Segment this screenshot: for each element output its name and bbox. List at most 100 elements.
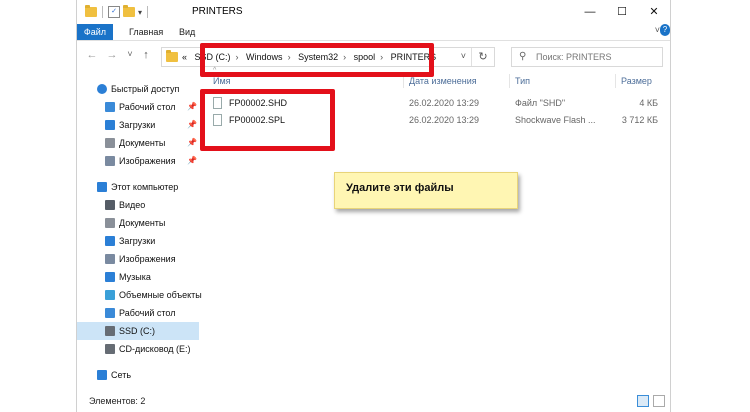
pin-icon[interactable]: 📌 — [187, 98, 197, 116]
maximize-button[interactable]: ☐ — [607, 0, 637, 24]
sidebar-item[interactable]: Рабочий стол — [77, 304, 199, 322]
file-type: Файл "SHD" — [515, 98, 566, 108]
desktop-icon — [105, 308, 115, 318]
sidebar-item[interactable]: Документы — [77, 214, 199, 232]
sidebar-item-label: Изображения — [119, 156, 176, 166]
file-date: 26.02.2020 13:29 — [409, 115, 480, 125]
cd-drive-icon — [105, 344, 115, 354]
music-icon — [105, 272, 115, 282]
toolbar-divider — [147, 6, 149, 18]
new-folder-icon[interactable] — [123, 5, 135, 17]
column-header-type[interactable]: Тип — [515, 76, 530, 86]
ribbon-tabs: Файл Главная Вид ˅ ? — [77, 24, 670, 41]
sidebar-item-label: Быстрый доступ — [111, 84, 180, 94]
window-title: PRINTERS — [192, 6, 243, 17]
item-count: Элементов: 2 — [89, 396, 146, 406]
refresh-button[interactable]: ↻ — [471, 48, 494, 66]
star-icon — [97, 84, 107, 94]
breadcrumb-overflow[interactable]: « — [182, 52, 187, 62]
sidebar-item-label: CD-дисковод (E:) — [119, 344, 191, 354]
folder-icon — [166, 50, 178, 62]
sidebar-item[interactable]: Документы 📌 — [77, 134, 199, 152]
folder-icon — [85, 5, 97, 17]
up-button[interactable]: ↑ — [139, 49, 153, 61]
file-size: 3 712 КБ — [621, 115, 658, 125]
status-bar: Элементов: 2 — [77, 392, 670, 412]
sidebar-item-label: Этот компьютер — [111, 182, 179, 192]
sidebar-item-label: Загрузки — [119, 120, 156, 130]
properties-icon[interactable]: ✓ — [108, 6, 120, 18]
sidebar-item[interactable]: Изображения 📌 — [77, 152, 199, 170]
sidebar-item[interactable]: Объемные объекты — [77, 286, 202, 304]
column-divider[interactable] — [615, 74, 616, 88]
column-divider[interactable] — [509, 74, 510, 88]
sidebar-item[interactable]: Сеть — [77, 366, 199, 384]
video-icon — [105, 200, 115, 210]
sidebar-item-label: Музыка — [119, 272, 151, 282]
network-icon — [97, 370, 107, 380]
sidebar-item-label: Видео — [119, 200, 146, 210]
address-highlight-frame — [200, 43, 434, 77]
sidebar-item[interactable]: Этот компьютер — [77, 178, 199, 196]
search-box[interactable]: ⚲ Поиск: PRINTERS — [511, 47, 663, 67]
tab-view[interactable]: Вид — [171, 24, 203, 40]
sidebar-item[interactable]: Изображения — [77, 250, 199, 268]
details-view-icon[interactable] — [637, 395, 649, 407]
column-header-name[interactable]: Имя — [213, 76, 231, 86]
title-bar: ✓ ▾ PRINTERS — ☐ ✕ — [77, 0, 670, 24]
help-icon[interactable]: ? — [660, 24, 670, 36]
search-input[interactable]: Поиск: PRINTERS — [536, 48, 611, 66]
large-icons-view-icon[interactable] — [653, 395, 665, 407]
tab-home[interactable]: Главная — [121, 24, 171, 40]
forward-button[interactable]: → — [105, 49, 119, 61]
sidebar-item[interactable]: Музыка — [77, 268, 199, 286]
sidebar-item[interactable]: Рабочий стол 📌 — [77, 98, 199, 116]
customize-toolbar-icon[interactable]: ▾ — [138, 8, 142, 17]
sidebar-item-label: Изображения — [119, 254, 176, 264]
desktop-icon — [105, 102, 115, 112]
sidebar-item[interactable]: SSD (C:) — [77, 322, 199, 340]
sidebar-item[interactable]: Загрузки 📌 — [77, 116, 199, 134]
navigation-pane: Быстрый доступ Рабочий стол 📌 Загрузки 📌 Доку… — [77, 80, 202, 380]
sidebar-item-label: Рабочий стол — [119, 102, 176, 112]
download-icon — [105, 120, 115, 130]
file-date: 26.02.2020 13:29 — [409, 98, 480, 108]
3d-objects-icon — [105, 290, 115, 300]
download-icon — [105, 236, 115, 246]
column-header-date[interactable]: Дата изменения — [409, 76, 477, 86]
sidebar-item-label: Документы — [119, 218, 166, 228]
address-history-button[interactable]: ˅ — [461, 51, 466, 61]
sidebar-item[interactable]: Быстрый доступ — [77, 80, 199, 98]
column-header-size[interactable]: Размер — [621, 76, 652, 86]
pin-icon[interactable]: 📌 — [187, 152, 197, 170]
recent-locations-button[interactable]: ˅ — [123, 49, 137, 59]
sidebar-item[interactable]: Видео — [77, 196, 199, 214]
files-highlight-frame — [200, 89, 335, 151]
tab-file[interactable]: Файл — [77, 24, 113, 40]
sidebar-item[interactable]: Загрузки — [77, 232, 199, 250]
pin-icon[interactable]: 📌 — [187, 134, 197, 152]
close-button[interactable]: ✕ — [639, 0, 669, 24]
document-icon — [105, 218, 115, 228]
callout-text: Удалите эти файлы — [346, 182, 454, 194]
minimize-button[interactable]: — — [575, 0, 605, 24]
sidebar-item-label: SSD (C:) — [119, 326, 155, 336]
quick-access-toolbar: ✓ ▾ — [85, 5, 150, 19]
pictures-icon — [105, 254, 115, 264]
sidebar-item-label: Документы — [119, 138, 166, 148]
sidebar-item[interactable]: CD-дисковод (E:) — [77, 340, 199, 358]
drive-icon — [105, 326, 115, 336]
sidebar-item-label: Загрузки — [119, 236, 156, 246]
computer-icon — [97, 182, 107, 192]
pictures-icon — [105, 156, 115, 166]
sidebar-item-label: Сеть — [111, 370, 132, 380]
back-button[interactable]: ← — [85, 49, 99, 61]
file-type: Shockwave Flash ... — [515, 115, 596, 125]
document-icon — [105, 138, 115, 148]
callout-note: Удалите эти файлы — [334, 172, 518, 209]
toolbar-divider — [102, 6, 103, 18]
sidebar-item-label: Рабочий стол — [119, 308, 176, 318]
search-icon: ⚲ — [519, 51, 527, 62]
file-size: 4 КБ — [639, 98, 658, 108]
pin-icon[interactable]: 📌 — [187, 116, 197, 134]
